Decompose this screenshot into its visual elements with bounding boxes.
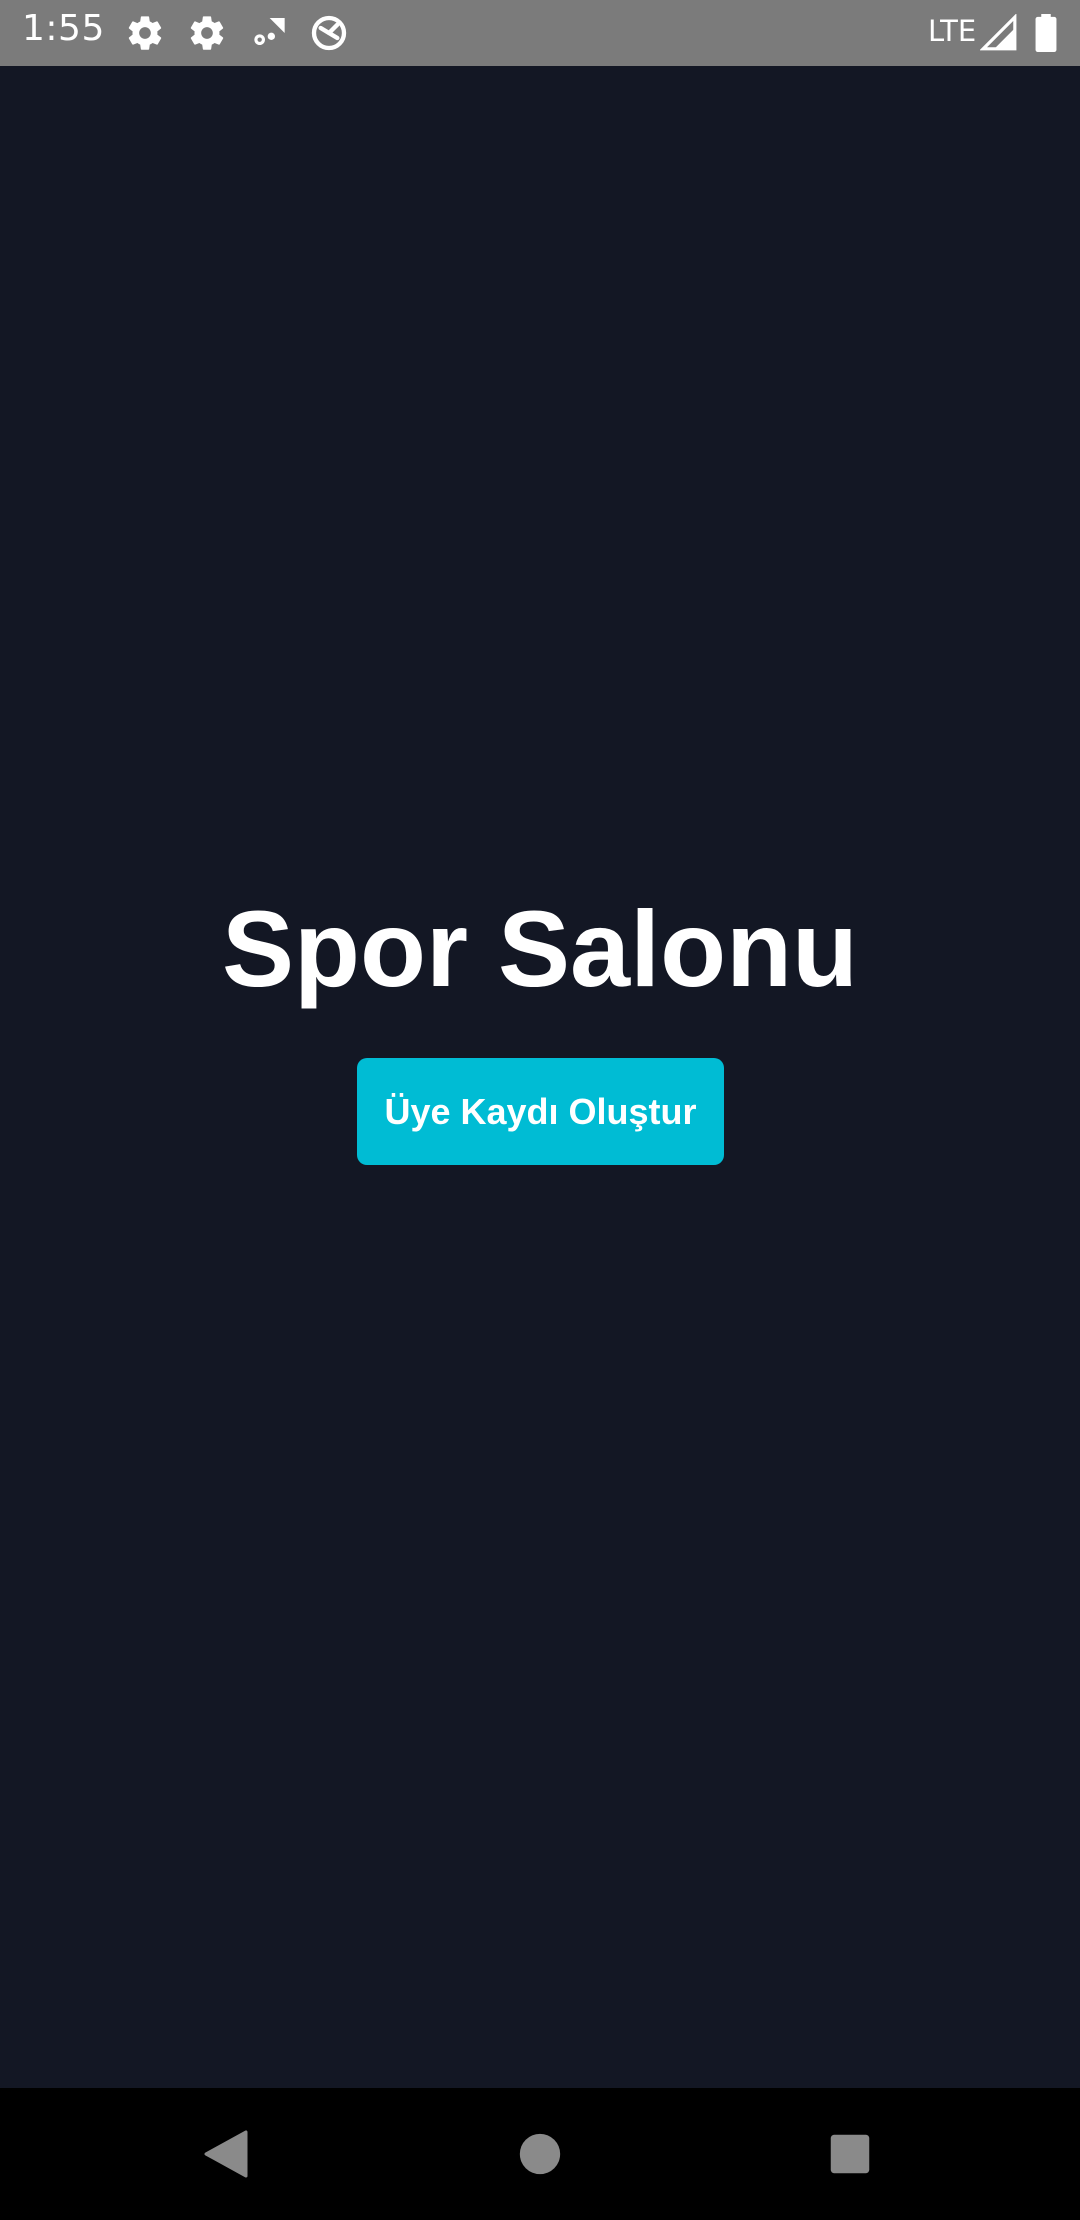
recents-icon[interactable] — [818, 2122, 882, 2186]
settings-icon — [125, 13, 165, 53]
signal-data-icon — [248, 13, 288, 53]
home-icon[interactable] — [508, 2122, 572, 2186]
page-title: Spor Salonu — [221, 888, 859, 1009]
back-icon[interactable] — [194, 2122, 258, 2186]
navigation-bar — [0, 2088, 1080, 2220]
status-time: 1:55 — [22, 8, 105, 49]
vpn-icon — [309, 13, 349, 53]
settings-icon — [187, 13, 227, 53]
status-bar: 1:55 LTE — [0, 0, 1080, 66]
register-member-button[interactable]: Üye Kaydı Oluştur — [357, 1058, 724, 1165]
cell-signal-icon — [979, 13, 1020, 54]
battery-icon — [1034, 14, 1058, 54]
network-label: LTE — [928, 14, 977, 48]
